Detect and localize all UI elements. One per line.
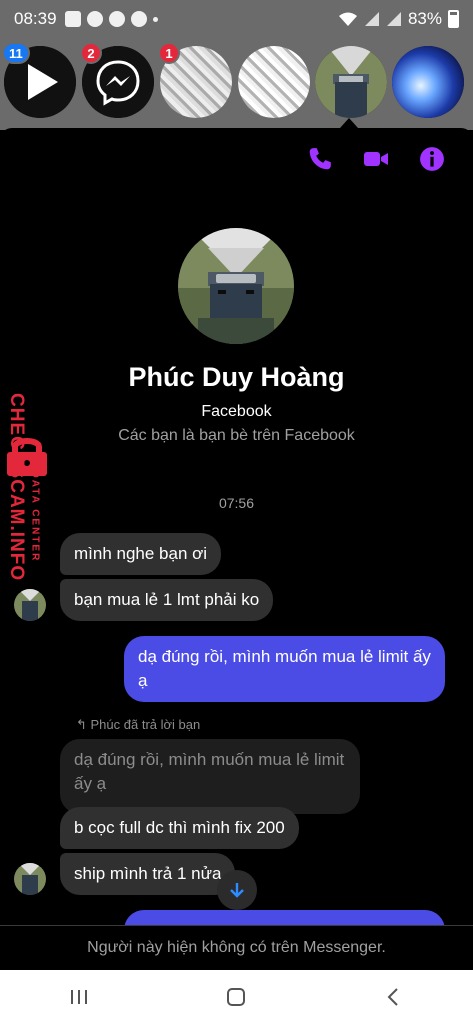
signal-icon-2 xyxy=(386,12,401,26)
message-text: bạn mua lẻ 1 lmt phải ko xyxy=(74,590,260,609)
profile-source: Facebook xyxy=(201,403,272,420)
profile-name: Phúc Duy Hoàng xyxy=(128,362,345,392)
manga-chat-head[interactable]: 1 xyxy=(158,42,232,118)
kakashi-chat-head[interactable] xyxy=(315,46,387,118)
home-icon[interactable] xyxy=(224,985,248,1009)
active-head-pointer xyxy=(340,118,358,128)
manga-chat-head-2[interactable] xyxy=(238,46,310,118)
watermark-subtext: DATA CENTER xyxy=(29,470,41,563)
sender-avatar xyxy=(14,863,46,895)
outgoing-message[interactable]: dạ đúng rồi, mình muốn mua lẻ limit ấy ạ xyxy=(124,636,445,702)
video-app-chat-head[interactable]: 11 xyxy=(2,42,76,118)
message-text: dạ đúng rồi, mình muốn mua lẻ limit ấy ạ xyxy=(74,750,345,793)
battery-level: 83% xyxy=(407,9,442,28)
unread-badge: 1 xyxy=(158,42,180,64)
blue-glow-chat-head[interactable] xyxy=(392,46,464,118)
app-notification-icon xyxy=(108,11,125,27)
signal-icon xyxy=(364,12,379,26)
recent-apps-icon[interactable] xyxy=(67,985,91,1009)
quoted-message[interactable]: dạ đúng rồi, mình muốn mua lẻ limit ấy ạ xyxy=(60,739,360,814)
phone-icon[interactable] xyxy=(307,146,333,172)
more-notifications-icon xyxy=(152,16,158,22)
reply-icon: ↰ xyxy=(76,717,91,732)
chat-panel: Phúc Duy Hoàng Facebook Các bạn là bạn b… xyxy=(0,128,473,970)
unread-badge: 2 xyxy=(80,42,102,64)
notification-icons xyxy=(64,11,158,27)
video-call-icon[interactable] xyxy=(363,146,389,172)
wifi-icon xyxy=(338,12,357,26)
back-icon[interactable] xyxy=(382,985,406,1009)
twitter-notification-icon xyxy=(130,11,147,27)
messenger-chat-head[interactable]: 2 xyxy=(80,42,154,118)
message-text: dạ đúng rồi, mình muốn mua lẻ limit ấy ạ xyxy=(138,647,431,690)
incoming-message[interactable]: ship mình trả 1 nửa xyxy=(60,853,236,895)
arrow-down-icon xyxy=(230,883,244,898)
status-time: 08:39 xyxy=(14,9,57,28)
incoming-message[interactable]: bạn mua lẻ 1 lmt phải ko xyxy=(60,579,274,621)
reply-indicator: ↰ Phúc đã trả lời bạn xyxy=(76,717,201,732)
message-text: mình nghe bạn ơi xyxy=(74,544,208,563)
message-text: ship mình trả 1 nửa xyxy=(74,864,222,883)
profile-avatar xyxy=(178,228,294,344)
info-icon[interactable] xyxy=(419,146,445,172)
header-actions xyxy=(307,146,445,172)
battery-icon xyxy=(448,10,459,28)
chat-heads-bar: 11 2 1 xyxy=(0,38,473,130)
message-notification-icon xyxy=(64,11,81,27)
status-bar: 08:39 83% xyxy=(0,0,473,38)
system-nav-bar xyxy=(0,970,473,1024)
friendship-status: Các bạn là bạn bè trên Facebook xyxy=(118,427,355,444)
unread-badge: 11 xyxy=(2,42,30,64)
scroll-to-bottom-button[interactable] xyxy=(217,870,257,910)
message-text: b cọc full dc thì mình fix 200 xyxy=(74,818,285,837)
incoming-message[interactable]: b cọc full dc thì mình fix 200 xyxy=(60,807,299,849)
watermark-text: CHECKSCAM.INFO xyxy=(6,393,27,582)
unavailable-notice: Người này hiện không có trên Messenger. xyxy=(0,925,473,970)
message-timestamp: 07:56 xyxy=(218,495,255,511)
avatar xyxy=(315,46,387,118)
incoming-message[interactable]: mình nghe bạn ơi xyxy=(60,533,222,575)
messenger-notification-icon xyxy=(86,11,103,27)
